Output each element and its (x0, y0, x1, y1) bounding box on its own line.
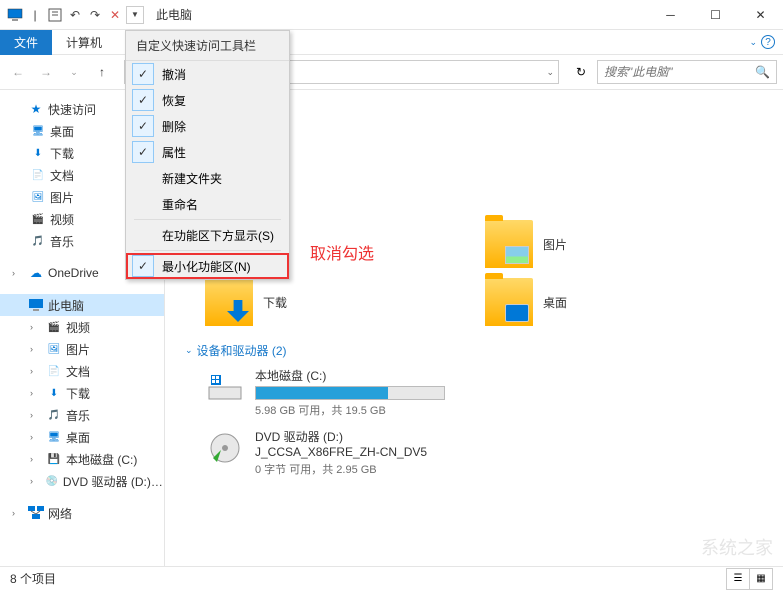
dropdown-below-ribbon[interactable]: 在功能区下方显示(S) (126, 222, 289, 248)
check-icon: ✓ (132, 115, 154, 137)
tree-network[interactable]: › 网络 (0, 502, 164, 524)
check-icon: ✓ (132, 255, 154, 277)
window-title: 此电脑 (156, 6, 192, 23)
folder-icon (485, 278, 533, 326)
up-button[interactable]: ↑ (90, 60, 114, 84)
annotation-text: 取消勾选 (310, 240, 374, 264)
chevron-down-icon: ⌄ (749, 37, 757, 48)
dropdown-item[interactable]: 新建文件夹 (126, 165, 289, 191)
download-icon: ⬇ (30, 145, 46, 161)
quick-access-toolbar: | ↶ ↷ ✕ ▼ (0, 6, 144, 24)
properties-icon[interactable] (46, 6, 64, 24)
dropdown-item[interactable]: ✓恢复 (126, 87, 289, 113)
document-icon: 📄 (46, 363, 62, 379)
forward-button[interactable]: → (34, 60, 58, 84)
music-icon: 🎵 (46, 407, 62, 423)
dropdown-item[interactable]: 重命名 (126, 191, 289, 217)
check-icon: ✓ (132, 141, 154, 163)
undo-icon[interactable]: ↶ (66, 6, 84, 24)
download-icon: ⬇ (46, 385, 62, 401)
back-button[interactable]: ← (6, 60, 30, 84)
drive-item[interactable]: 本地磁盘 (C:)5.98 GB 可用，共 19.5 GB (205, 367, 465, 418)
picture-icon: 🖼 (46, 341, 62, 357)
refresh-button[interactable]: ↻ (569, 60, 593, 84)
separator-icon: | (26, 6, 44, 24)
redo-icon[interactable]: ↷ (86, 6, 104, 24)
status-item-count: 8 个项目 (10, 570, 56, 587)
app-icon (6, 6, 24, 24)
expand-icon[interactable]: › (12, 508, 24, 518)
expand-icon[interactable]: › (12, 268, 24, 278)
tab-computer[interactable]: 计算机 (52, 30, 116, 55)
search-icon[interactable]: 🔍 (755, 65, 770, 79)
video-icon: 🎬 (30, 211, 46, 227)
pc-icon (28, 297, 44, 313)
dropdown-item[interactable]: ✓属性 (126, 139, 289, 165)
music-icon: 🎵 (30, 233, 46, 249)
folder-item[interactable]: 桌面 (485, 278, 705, 326)
recent-dropdown[interactable]: ⌄ (62, 60, 86, 84)
dropdown-item[interactable]: ✓删除 (126, 113, 289, 139)
folder-item[interactable]: 图片 (485, 220, 705, 268)
collapse-icon[interactable]: ⌄ (185, 345, 193, 356)
folder-icon (205, 278, 253, 326)
qat-dropdown-icon[interactable]: ▼ (126, 6, 144, 24)
titlebar: | ↶ ↷ ✕ ▼ 此电脑 ─ ☐ ✕ (0, 0, 783, 30)
dropdown-item[interactable]: ✓撤消 (126, 61, 289, 87)
star-icon: ★ (28, 101, 44, 117)
nav-toolbar: ← → ⌄ ↑ ⌄ ↻ 🔍 (0, 54, 783, 90)
tree-item[interactable]: ›📄文档 (0, 360, 164, 382)
view-details-button[interactable]: ☰ (726, 568, 750, 590)
maximize-button[interactable]: ☐ (693, 1, 738, 29)
picture-icon: 🖼 (30, 189, 46, 205)
help-icon[interactable]: ? (761, 35, 775, 49)
delete-icon[interactable]: ✕ (106, 6, 124, 24)
search-box[interactable]: 🔍 (597, 60, 777, 84)
check-icon: ✓ (132, 63, 154, 85)
view-icons-button[interactable]: ▦ (749, 568, 773, 590)
desktop-icon: 🖥 (30, 123, 46, 139)
cloud-icon: ☁ (28, 265, 44, 281)
dropdown-minimize-ribbon[interactable]: ✓ 最小化功能区(N) (126, 253, 289, 279)
video-icon: 🎬 (46, 319, 62, 335)
tree-item[interactable]: ›⬇下载 (0, 382, 164, 404)
network-icon (28, 505, 44, 521)
folder-item[interactable]: 下载 (205, 278, 425, 326)
section-devices[interactable]: ⌄ 设备和驱动器 (2) (185, 342, 763, 359)
qat-customize-menu: 自定义快速访问工具栏 ✓撤消✓恢复✓删除✓属性新建文件夹重命名 在功能区下方显示… (125, 30, 290, 280)
statusbar: 8 个项目 ☰ ▦ (0, 566, 783, 590)
search-input[interactable] (604, 65, 755, 79)
dvd-icon: 💿 (45, 473, 59, 489)
disk-icon: 💾 (46, 451, 62, 467)
tree-item[interactable]: ›🎬视频 (0, 316, 164, 338)
tree-this-pc[interactable]: 此电脑 (0, 294, 164, 316)
watermark: 系统之家 (701, 534, 773, 560)
tab-file[interactable]: 文件 (0, 30, 52, 55)
close-button[interactable]: ✕ (738, 1, 783, 29)
document-icon: 📄 (30, 167, 46, 183)
tree-item[interactable]: ›💾本地磁盘 (C:) (0, 448, 164, 470)
check-icon (132, 193, 154, 215)
tree-item[interactable]: ›🖥桌面 (0, 426, 164, 448)
tree-item[interactable]: ›🎵音乐 (0, 404, 164, 426)
drive-icon (205, 367, 245, 407)
minimize-button[interactable]: ─ (648, 1, 693, 29)
usage-bar (255, 386, 445, 400)
drive-icon (205, 428, 245, 468)
address-dropdown-icon[interactable]: ⌄ (546, 67, 554, 78)
desktop-icon: 🖥 (46, 429, 62, 445)
check-icon (132, 167, 154, 189)
dropdown-header: 自定义快速访问工具栏 (126, 31, 289, 61)
tree-item[interactable]: ›💿DVD 驱动器 (D:) J_... (0, 470, 164, 492)
ribbon-tabs: 文件 计算机 ⌄ ? (0, 30, 783, 54)
tree-item[interactable]: ›🖼图片 (0, 338, 164, 360)
drive-item[interactable]: DVD 驱动器 (D:) J_CCSA_X86FRE_ZH-CN_DV50 字节… (205, 428, 465, 477)
folder-icon (485, 220, 533, 268)
ribbon-help[interactable]: ⌄ ? (749, 35, 775, 49)
check-icon: ✓ (132, 89, 154, 111)
